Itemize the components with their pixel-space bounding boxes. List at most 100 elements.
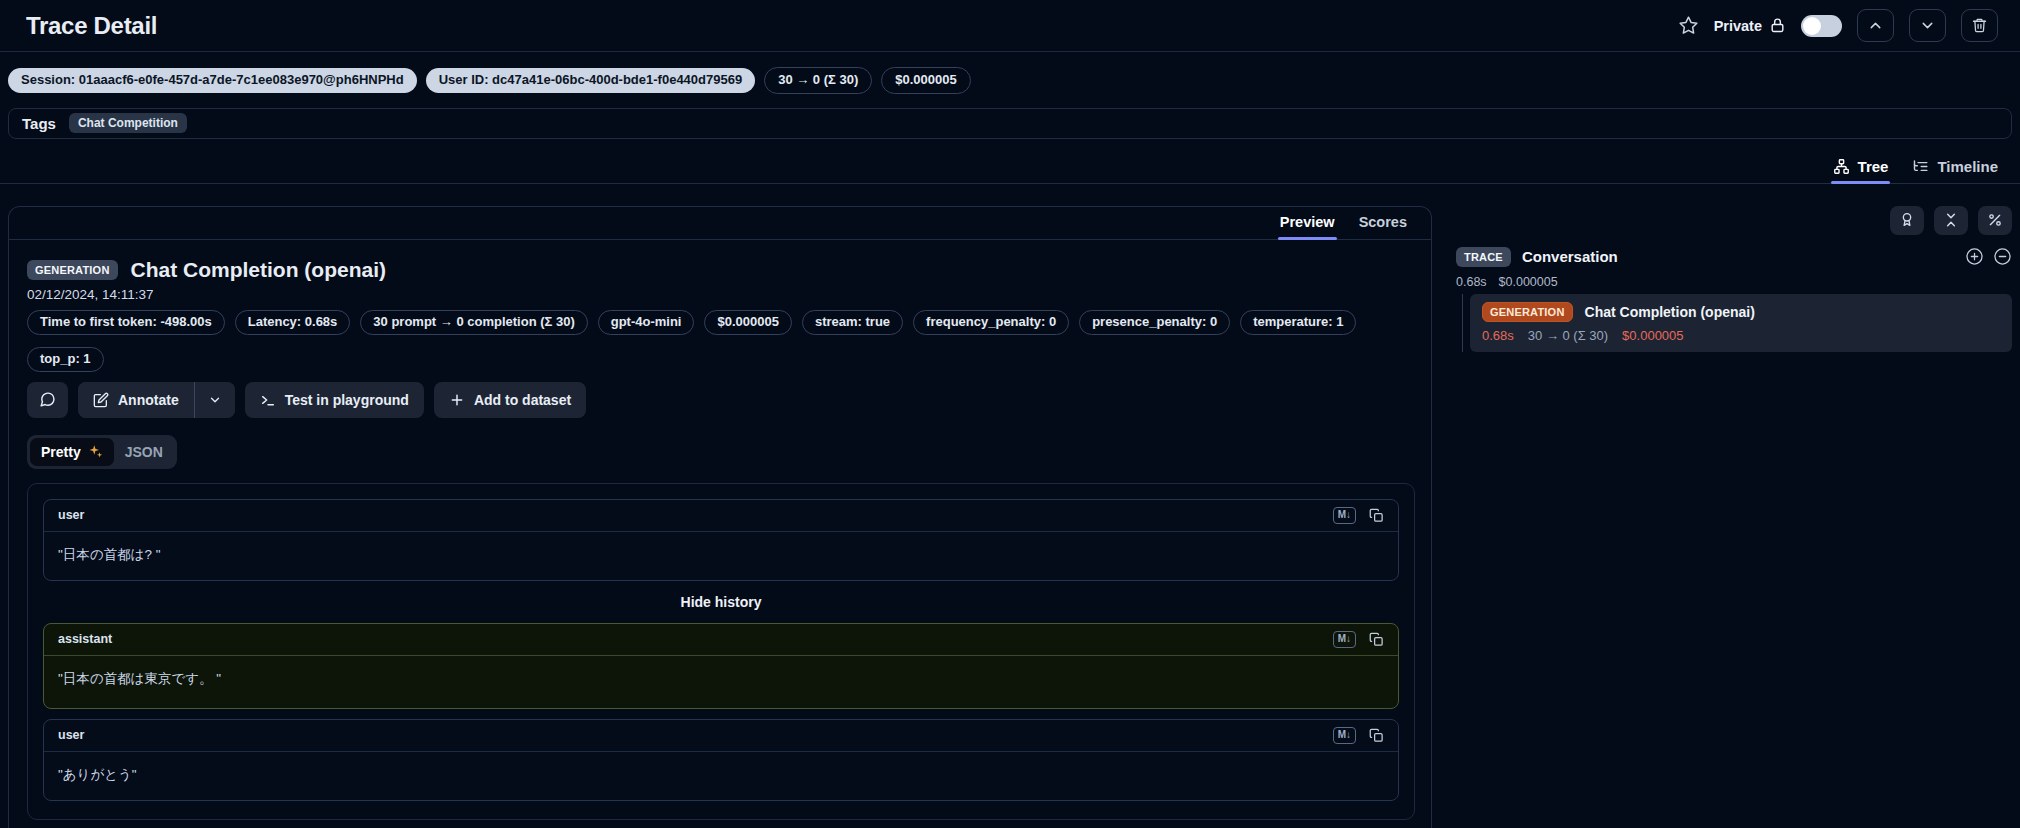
observation-card: Preview Scores GENERATION Chat Completio…: [8, 206, 1432, 828]
markdown-toggle-icon[interactable]: M↓: [1333, 727, 1356, 744]
format-toggle: Pretty JSON: [27, 435, 177, 469]
node-tokens: 30 → 0 (Σ 30): [1528, 328, 1608, 343]
trace-title: Conversation: [1522, 248, 1618, 265]
copy-icon[interactable]: [1369, 508, 1384, 523]
add-to-dataset-button[interactable]: Add to dataset: [434, 382, 586, 418]
plus-circle-icon[interactable]: [1965, 247, 1984, 266]
tab-tree-label: Tree: [1858, 158, 1889, 175]
view-tabs: Tree Timeline: [0, 151, 2020, 184]
observation-body: GENERATION Chat Completion (openai) 02/1…: [9, 240, 1431, 828]
generation-type-badge: GENERATION: [27, 260, 118, 280]
format-json-tab[interactable]: JSON: [114, 438, 174, 466]
metrics-toggle-button[interactable]: [1978, 206, 2012, 235]
tree-icon: [1833, 158, 1850, 175]
delete-button[interactable]: [1961, 9, 1998, 42]
header-actions: Private: [1678, 9, 1998, 42]
lock-icon: [1769, 17, 1786, 34]
hide-history-button[interactable]: Hide history: [43, 591, 1399, 613]
message-user-2: user M↓ "ありがとう": [43, 719, 1399, 801]
markdown-toggle-icon[interactable]: M↓: [1333, 507, 1356, 524]
percent-icon: [1987, 212, 2003, 228]
chevrons-collapse-icon: [1943, 212, 1959, 228]
edit-icon: [93, 392, 109, 408]
tab-scores[interactable]: Scores: [1347, 207, 1419, 239]
tab-preview[interactable]: Preview: [1268, 207, 1347, 239]
message-role: assistant: [58, 632, 112, 646]
public-toggle[interactable]: [1801, 15, 1842, 37]
node-cost: $0.000005: [1622, 328, 1683, 343]
format-pretty-tab[interactable]: Pretty: [30, 438, 114, 466]
message-role: user: [58, 728, 84, 742]
session-badge[interactable]: Session: 01aaacf6-e0fe-457d-a7de-7c1ee08…: [8, 68, 417, 93]
metric-badges: Time to first token: -498.00s Latency: 0…: [27, 310, 1415, 372]
message-content: "日本の首都は東京です。 ": [44, 656, 1398, 708]
page-title: Trace Detail: [26, 12, 157, 40]
tag-chip[interactable]: Chat Competition: [69, 113, 187, 133]
trace-cost: $0.000005: [1499, 275, 1558, 289]
message-content: "ありがとう": [44, 752, 1398, 800]
tab-tree[interactable]: Tree: [1821, 151, 1901, 183]
node-latency: 0.68s: [1482, 328, 1514, 343]
metric-badge: frequency_penalty: 0: [913, 310, 1069, 335]
metric-badge: $0.000005: [704, 310, 791, 335]
tab-timeline-label: Timeline: [1937, 158, 1998, 175]
message-content: "日本の首都は? ": [44, 532, 1398, 580]
chevron-down-icon: [208, 393, 222, 407]
comments-button[interactable]: [27, 382, 68, 418]
token-usage-badge: 30 → 0 (Σ 30): [764, 67, 872, 94]
trace-type-badge: TRACE: [1456, 247, 1511, 267]
pretty-label: Pretty: [41, 444, 81, 460]
copy-icon[interactable]: [1369, 632, 1384, 647]
annotate-button[interactable]: Annotate: [78, 382, 194, 418]
copy-icon[interactable]: [1369, 728, 1384, 743]
award-icon: [1899, 212, 1915, 228]
nav-down-button[interactable]: [1909, 9, 1946, 42]
metric-badge: temperature: 1: [1240, 310, 1356, 335]
timeline-icon: [1912, 158, 1929, 175]
metric-badge: presence_penalty: 0: [1079, 310, 1230, 335]
tags-row: Tags Chat Competition: [8, 108, 2012, 139]
plus-icon: [449, 392, 465, 408]
minus-circle-icon[interactable]: [1993, 247, 2012, 266]
observation-timestamp: 02/12/2024, 14:11:37: [27, 287, 1415, 302]
user-id-badge[interactable]: User ID: dc47a41e-06bc-400d-bde1-f0e440d…: [426, 68, 756, 93]
tags-label: Tags: [22, 115, 56, 132]
message-role: user: [58, 508, 84, 522]
trace-latency: 0.68s: [1456, 275, 1487, 289]
scores-toggle-button[interactable]: [1890, 206, 1924, 235]
annotate-dropdown-button[interactable]: [195, 382, 235, 418]
message-user-1: user M↓ "日本の首都は? ": [43, 499, 1399, 581]
nav-up-button[interactable]: [1857, 9, 1894, 42]
star-icon[interactable]: [1678, 15, 1699, 36]
annotate-label: Annotate: [118, 392, 179, 408]
node-title: Chat Completion (openai): [1585, 304, 1755, 320]
metric-badge: stream: true: [802, 310, 903, 335]
metric-badge: Latency: 0.68s: [235, 310, 351, 335]
privacy-status: Private: [1714, 17, 1786, 34]
markdown-toggle-icon[interactable]: M↓: [1333, 631, 1356, 648]
observation-title: Chat Completion (openai): [131, 258, 387, 282]
message-assistant: assistant M↓ "日本の首都は東京です。 ": [43, 623, 1399, 709]
content-area: Preview Scores GENERATION Chat Completio…: [0, 184, 2020, 828]
annotate-split-button: Annotate: [78, 382, 235, 418]
playground-label: Test in playground: [285, 392, 409, 408]
tree-indent: GENERATION Chat Completion (openai) 0.68…: [1462, 294, 2012, 352]
add-to-dataset-label: Add to dataset: [474, 392, 571, 408]
trace-tree-panel: TRACE Conversation 0.68s $0.000005 GENER…: [1456, 206, 2012, 352]
collapse-all-button[interactable]: [1934, 206, 1968, 235]
comment-icon: [39, 391, 56, 408]
panel-tabs: Preview Scores: [9, 207, 1431, 240]
trace-stats: 0.68s $0.000005: [1456, 275, 2012, 289]
action-buttons: Annotate Test in playground: [27, 382, 1415, 418]
playground-button[interactable]: Test in playground: [245, 382, 424, 418]
metric-badge: 30 prompt → 0 completion (Σ 30): [360, 310, 587, 335]
node-type-badge: GENERATION: [1482, 302, 1573, 322]
tree-controls: [1456, 206, 2012, 235]
page-header: Trace Detail Private: [0, 0, 2020, 52]
tab-timeline[interactable]: Timeline: [1900, 151, 2010, 183]
metric-badge: Time to first token: -498.00s: [27, 310, 225, 335]
generation-node[interactable]: GENERATION Chat Completion (openai) 0.68…: [1470, 294, 2012, 352]
trace-root-row[interactable]: TRACE Conversation: [1456, 247, 2012, 267]
messages-container: user M↓ "日本の首都は? " Hide history assistan…: [27, 483, 1415, 820]
sparkles-icon: [88, 444, 103, 459]
